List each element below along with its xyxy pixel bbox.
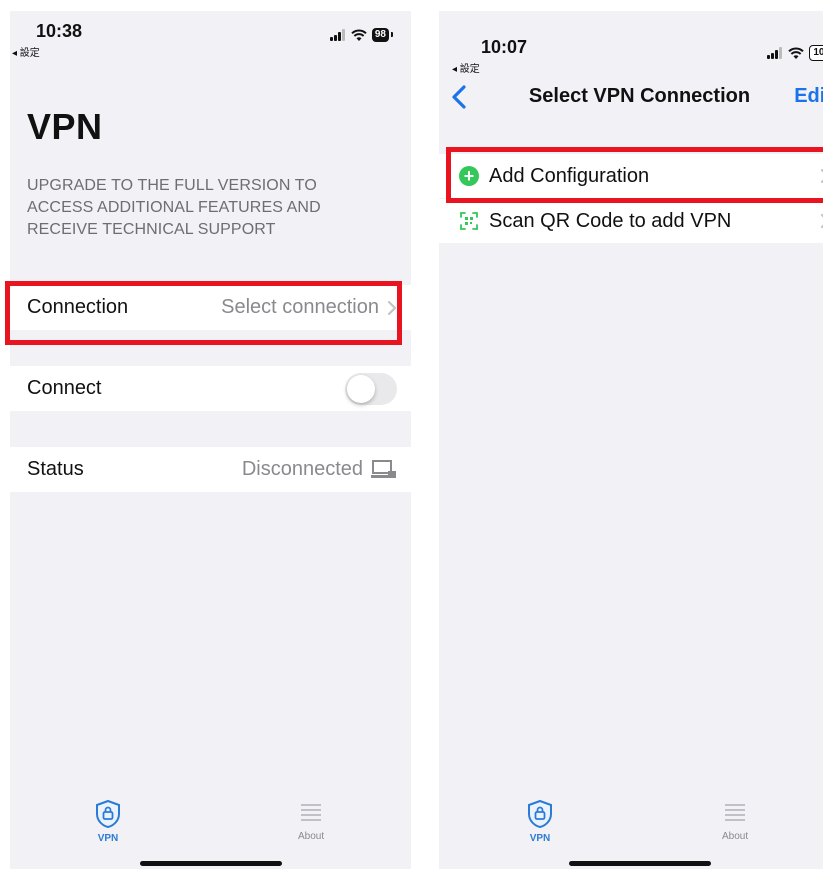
shield-lock-icon	[528, 799, 552, 829]
tab-about[interactable]: About	[298, 801, 324, 842]
tab-bar: VPN About	[10, 791, 411, 869]
status-row: Status Disconnected	[10, 447, 411, 492]
scan-qr-code-row[interactable]: Scan QR Code to add VPN	[439, 199, 823, 243]
disconnected-computer-icon	[371, 459, 396, 478]
highlight-box-connection	[5, 281, 402, 345]
signal-icon	[767, 47, 783, 59]
connect-toggle[interactable]	[345, 372, 397, 405]
vpn-screen: 10:38 ◂ 設定 98 VPN UPGRADE TO THE FULL VE…	[10, 11, 411, 869]
home-indicator	[569, 861, 711, 866]
back-to-settings-link[interactable]: ◂ 設定	[12, 44, 40, 59]
connect-label: Connect	[27, 377, 102, 399]
upgrade-banner-text: UPGRADE TO THE FULL VERSION TO ACCESS AD…	[27, 177, 321, 238]
edit-button[interactable]: Edit	[794, 85, 823, 108]
tab-vpn[interactable]: VPN	[94, 799, 122, 844]
home-indicator	[140, 861, 282, 866]
battery-icon: 100	[809, 45, 823, 61]
qr-code-icon	[460, 212, 478, 230]
wifi-icon	[788, 46, 805, 59]
scan-qr-code-label: Scan QR Code to add VPN	[489, 209, 732, 232]
status-icons: 100	[767, 45, 823, 61]
signal-icon	[329, 29, 346, 41]
tab-vpn[interactable]: VPN	[526, 799, 554, 844]
status-time: 10:38	[36, 21, 83, 41]
nav-title: Select VPN Connection	[528, 85, 751, 107]
tab-vpn-label: VPN	[97, 833, 119, 844]
wifi-icon	[351, 28, 367, 41]
highlight-box-add-configuration	[446, 147, 823, 203]
tab-about[interactable]: About	[722, 801, 748, 842]
back-to-settings-link[interactable]: ◂ 設定	[452, 60, 480, 75]
toggle-knob	[347, 374, 375, 403]
battery-icon: 98	[371, 28, 394, 42]
select-vpn-connection-screen: 10:07 ◂ 設定 100 Select VPN Connection Edi…	[439, 11, 823, 869]
tab-vpn-label: VPN	[529, 833, 551, 844]
shield-lock-icon	[96, 799, 120, 829]
status-label: Status	[27, 458, 84, 480]
status-value: Disconnected	[241, 458, 363, 480]
connect-row: Connect	[10, 366, 411, 411]
list-icon	[725, 804, 746, 821]
tab-bar: VPN About	[439, 791, 823, 869]
status-icons: 98	[329, 28, 394, 42]
tab-about-label: About	[722, 831, 749, 842]
list-icon	[301, 804, 322, 821]
tab-about-label: About	[298, 831, 325, 842]
status-time: 10:07	[481, 37, 528, 57]
page-title: VPN	[27, 106, 103, 147]
